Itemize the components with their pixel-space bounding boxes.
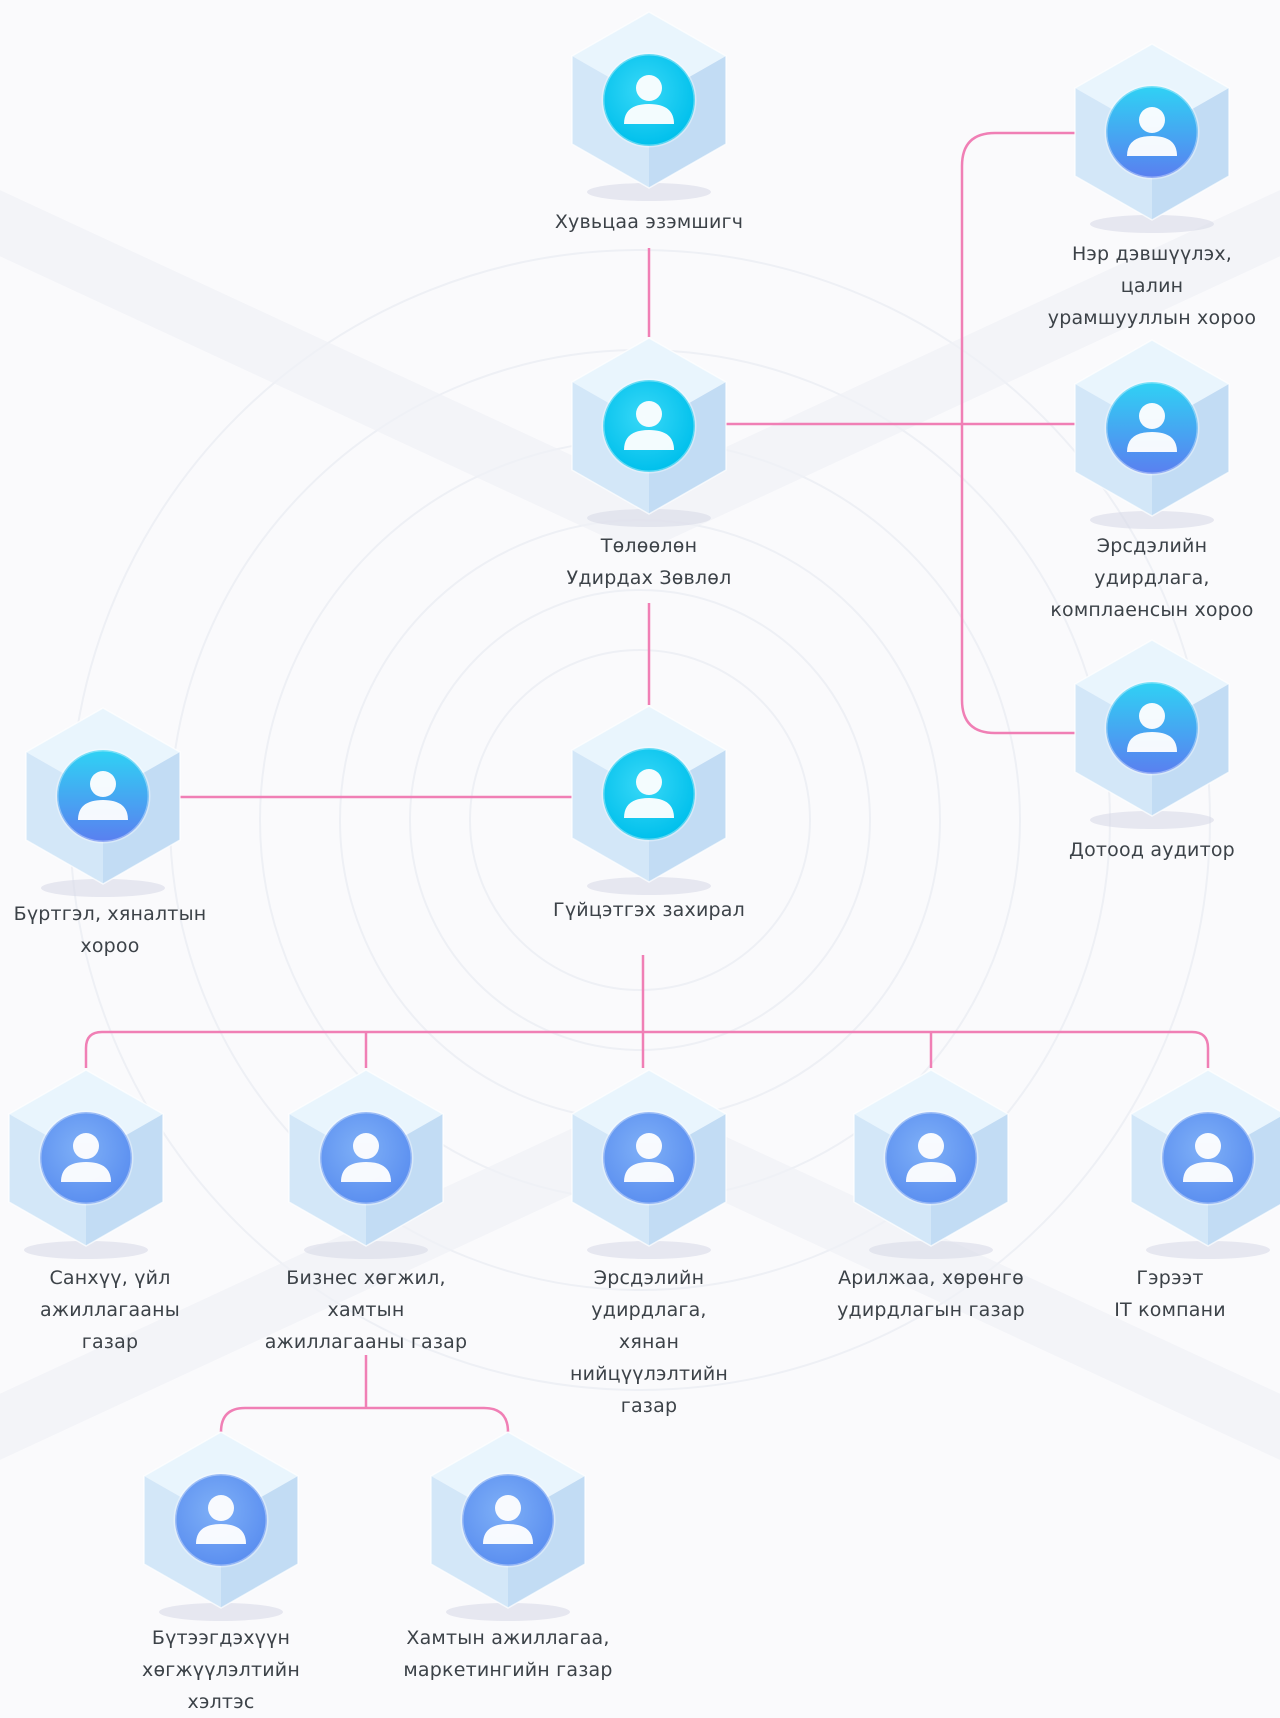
- cube-icon: [571, 1069, 727, 1259]
- node-label-board: Төлөөлөн Удирдах Зөвлөл: [566, 535, 732, 589]
- cube-icon: [1074, 639, 1230, 829]
- node-label-nomination: Нэр дэвшүүлэх, цалин урамшууллын хороо: [1047, 243, 1257, 329]
- node-label-marketing: Хамтын ажиллагаа, маркетингийн газар: [403, 1627, 613, 1681]
- cube-icon: [288, 1069, 444, 1259]
- node-trading: [846, 1069, 1016, 1260]
- node-internal_audit: [1067, 639, 1237, 830]
- node-label-product: Бүтээгдэхүүн хөгжүүлэлтийн хэлтэс: [142, 1627, 300, 1713]
- cube-icon: [571, 705, 727, 895]
- node-it: [1123, 1069, 1280, 1260]
- node-risk_committee: [1067, 339, 1237, 530]
- node-label-risk_mgmt: Эрсдэлийн удирдлага, хянан нийцүүлэлтийн…: [569, 1267, 729, 1417]
- cube-icon: [1130, 1069, 1280, 1259]
- cube-icon: [430, 1431, 586, 1621]
- node-label-shareholder: Хувьцаа эзэмшигч: [554, 211, 744, 233]
- node-shareholder: [564, 11, 734, 202]
- node-risk_mgmt: [564, 1069, 734, 1260]
- node-label-it: Гэрээт IT компани: [1114, 1267, 1226, 1321]
- node-finance: [1, 1069, 171, 1260]
- node-registration: [18, 707, 188, 898]
- node-product: [136, 1431, 306, 1622]
- node-nomination: [1067, 43, 1237, 234]
- cube-icon: [853, 1069, 1009, 1259]
- node-ceo: [564, 705, 734, 896]
- cube-icon: [571, 11, 727, 201]
- cube-icon: [1074, 339, 1230, 529]
- node-label-ceo: Гүйцэтгэх захирал: [553, 899, 745, 921]
- node-label-internal_audit: Дотоод аудитор: [1069, 839, 1235, 861]
- node-label-bizdev: Бизнес хөгжил, хамтын ажиллагааны газар: [264, 1267, 468, 1353]
- cube-icon: [25, 707, 181, 897]
- node-label-registration: Бүртгэл, хяналтын хороо: [13, 903, 207, 957]
- node-label-trading: Арилжаа, хөрөнгө удирдлагын газар: [837, 1267, 1025, 1321]
- node-label-finance: Санхүү, үйл ажиллагааны газар: [40, 1267, 180, 1353]
- cube-icon: [143, 1431, 299, 1621]
- cube-icon: [571, 337, 727, 527]
- cube-icon: [8, 1069, 164, 1259]
- cube-icon: [1074, 43, 1230, 233]
- node-label-risk_committee: Эрсдэлийн удирдлага, комплаенсын хороо: [1050, 535, 1254, 621]
- node-board: [564, 337, 734, 528]
- node-marketing: [423, 1431, 593, 1622]
- node-bizdev: [281, 1069, 451, 1260]
